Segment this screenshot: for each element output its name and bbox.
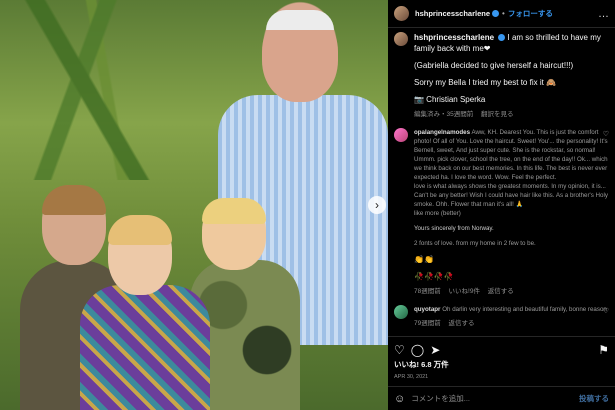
emoji-icon[interactable]: ☺	[394, 393, 405, 405]
commenter-avatar[interactable]	[394, 305, 408, 319]
verified-badge-icon	[498, 34, 506, 42]
commenter-username[interactable]: quyotapr	[414, 306, 440, 313]
photo-credit: 📷 Christian Sperka	[414, 95, 486, 104]
comment: quyotapr Oh darlin very interesting and …	[388, 301, 615, 333]
woman-head	[42, 185, 106, 265]
post-modal: › hshprincesscharlene • フォローする … hshprin…	[0, 0, 615, 410]
comment-time: 79週間前	[414, 320, 441, 327]
caption: hshprincesscharlene I am so thrilled to …	[388, 28, 615, 124]
caption-time: 編集済み・35週間前	[414, 111, 474, 118]
post-side-panel: hshprincesscharlene • フォローする … hshprince…	[388, 0, 615, 410]
girl-body	[80, 285, 210, 410]
comment-icon[interactable]: ◯	[411, 343, 424, 357]
comment-time: 78週間前	[414, 288, 441, 295]
comment-para-3: 2 fonts of love. from my home in 2 few t…	[414, 240, 536, 247]
boy-head	[202, 198, 266, 270]
post-photo[interactable]: ›	[0, 0, 388, 410]
comment-text-2: love is what always shows the greatest m…	[414, 183, 608, 208]
comment-para-2: Yours sincerely from Norway.	[414, 225, 494, 232]
comment-input[interactable]: コメントを追加...	[411, 393, 470, 404]
add-comment-bar: ☺ コメントを追加... 投稿する	[388, 386, 615, 410]
girl-head	[108, 215, 172, 295]
comment-text: Aww, KH. Dearest You. This is just the c…	[414, 129, 608, 181]
separator: •	[502, 9, 505, 18]
comment: opalangelnamodes Aww, KH. Dearest You. T…	[388, 124, 615, 301]
comment-emoji-1: 👏👏	[414, 255, 434, 264]
post-button[interactable]: 投稿する	[579, 393, 609, 404]
avatar[interactable]	[394, 6, 409, 21]
caption-line-3: Sorry my Bella I tried my best to fix it…	[414, 78, 556, 87]
comment-like-icon[interactable]: ♡	[603, 130, 609, 138]
see-translation-link[interactable]: 翻訳を見る	[481, 111, 514, 118]
next-photo-arrow-icon[interactable]: ›	[368, 196, 386, 214]
post-actions: ♡ ◯ ➤ ⚑	[388, 336, 615, 357]
caption-username[interactable]: hshprincesscharlene	[414, 33, 494, 42]
comment-emoji-2: 🥀🥀🥀🥀	[414, 272, 454, 281]
caption-line-2: (Gabriella decided to give herself a hai…	[414, 61, 574, 70]
foliage	[0, 0, 180, 180]
like-icon[interactable]: ♡	[394, 343, 405, 357]
comment-faint: like more (better)	[414, 210, 461, 217]
caption-avatar[interactable]	[394, 32, 408, 46]
like-count[interactable]: いいね! 6.8 万件	[394, 359, 449, 370]
comments-scroll[interactable]: hshprincesscharlene I am so thrilled to …	[388, 28, 615, 333]
follow-button[interactable]: フォローする	[508, 8, 553, 19]
share-icon[interactable]: ➤	[430, 343, 440, 357]
man-head	[262, 10, 338, 102]
more-options-icon[interactable]: …	[598, 8, 609, 20]
commenter-username[interactable]: opalangelnamodes	[414, 129, 470, 136]
bookmark-icon[interactable]: ⚑	[598, 343, 609, 357]
comment-like-icon[interactable]: ♡	[603, 307, 609, 315]
header-username[interactable]: hshprincesscharlene	[415, 9, 490, 18]
commenter-avatar[interactable]	[394, 128, 408, 142]
post-date: APR 30, 2021	[394, 374, 429, 380]
reply-button[interactable]: 返信する	[449, 320, 475, 327]
post-header: hshprincesscharlene • フォローする …	[388, 0, 615, 28]
verified-badge-icon	[492, 10, 500, 17]
reply-button[interactable]: 返信する	[488, 288, 514, 295]
comment-text: Oh darlin very interesting and beautiful…	[442, 306, 607, 313]
comment-likes[interactable]: いいね!9件	[449, 288, 480, 295]
